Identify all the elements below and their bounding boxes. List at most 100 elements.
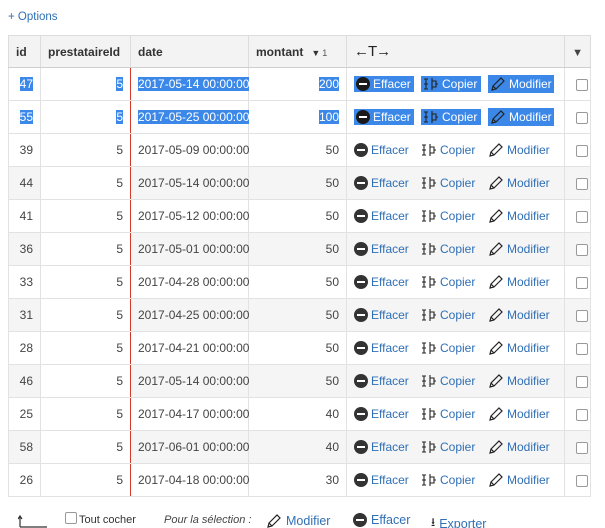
cell-id-text: 46 xyxy=(19,374,33,388)
cell-select xyxy=(564,166,591,200)
column-menu-header[interactable]: ▼ xyxy=(564,35,591,68)
edit-button[interactable]: Modifier xyxy=(488,439,554,455)
copy-button[interactable]: Copier xyxy=(421,407,481,421)
row-checkbox[interactable] xyxy=(576,276,588,289)
copy-button[interactable]: Copier xyxy=(421,374,481,388)
row-checkbox[interactable] xyxy=(576,375,588,388)
row-checkbox[interactable] xyxy=(576,342,588,355)
column-header-id[interactable]: id xyxy=(8,35,41,68)
delete-button[interactable]: Effacer xyxy=(354,109,414,125)
edit-button[interactable]: Modifier xyxy=(488,175,554,191)
delete-button[interactable]: Effacer xyxy=(354,308,414,322)
options-link[interactable]: + Options xyxy=(8,11,58,23)
edit-button[interactable]: Modifier xyxy=(488,274,554,290)
check-all-checkbox[interactable] xyxy=(65,512,77,524)
row-checkbox[interactable] xyxy=(576,111,588,124)
copy-button[interactable]: Copier xyxy=(421,275,481,289)
cell-actions: Effacer Copier Modifier xyxy=(346,265,565,299)
delete-button[interactable]: Effacer xyxy=(354,473,414,487)
edit-button[interactable]: Modifier xyxy=(488,208,554,224)
copy-button[interactable]: Copier xyxy=(421,308,481,322)
table-row[interactable]: 25 5 2017-04-17 00:00:00 40 Effacer Copier Mod… xyxy=(8,397,591,431)
delete-button[interactable]: Effacer xyxy=(354,341,414,355)
cell-montant: 50 xyxy=(248,364,347,398)
table-row[interactable]: 26 5 2017-04-18 00:00:00 30 Effacer Copier Mod… xyxy=(8,463,591,497)
cell-id-text: 58 xyxy=(19,440,33,454)
copy-button[interactable]: Copier xyxy=(421,143,481,157)
table-row[interactable]: 28 5 2017-04-21 00:00:00 50 Effacer Copier Mod… xyxy=(8,331,591,365)
cell-id: 33 xyxy=(8,265,41,299)
copy-button[interactable]: Copier xyxy=(421,440,481,454)
row-checkbox[interactable] xyxy=(576,441,588,454)
check-all-label[interactable]: Tout cocher xyxy=(79,514,136,526)
row-checkbox[interactable] xyxy=(576,144,588,157)
edit-button[interactable]: Modifier xyxy=(488,75,554,93)
pencil-icon xyxy=(266,513,282,528)
delete-button[interactable]: Effacer xyxy=(354,176,414,190)
column-resize-header[interactable]: ←T→ xyxy=(346,35,565,68)
edit-button[interactable]: Modifier xyxy=(488,373,554,389)
dropdown-icon[interactable]: ▼ xyxy=(572,47,583,59)
copy-button[interactable]: Copier xyxy=(421,76,481,92)
column-header-montant[interactable]: montant ▼ 1 xyxy=(248,35,347,68)
cell-actions: Effacer Copier Modifier xyxy=(346,199,565,233)
delete-button[interactable]: Effacer xyxy=(354,407,414,421)
delete-button[interactable]: Effacer xyxy=(354,242,414,256)
delete-button[interactable]: Effacer xyxy=(354,76,414,92)
row-checkbox[interactable] xyxy=(576,408,588,421)
edit-button[interactable]: Modifier xyxy=(488,241,554,257)
footer-delete-button[interactable]: Effacer xyxy=(353,513,410,527)
footer-export-button[interactable]: ⭳ Exporter xyxy=(431,513,486,528)
edit-button[interactable]: Modifier xyxy=(488,307,554,323)
copy-label: Copier xyxy=(440,176,476,190)
copy-button[interactable]: Copier xyxy=(421,473,481,487)
minus-circle-icon xyxy=(356,77,370,91)
copy-button[interactable]: Copier xyxy=(421,209,481,223)
cell-prestataireid: 5 xyxy=(40,331,131,365)
row-checkbox[interactable] xyxy=(576,243,588,256)
row-checkbox[interactable] xyxy=(576,177,588,190)
cell-id: 58 xyxy=(8,430,41,464)
row-checkbox[interactable] xyxy=(576,309,588,322)
table-row[interactable]: 55 5 2017-05-25 00:00:00 100 Effacer Copier Mo… xyxy=(8,100,591,134)
table-row[interactable]: 46 5 2017-05-14 00:00:00 50 Effacer Copier Mod… xyxy=(8,364,591,398)
sort-descending-icon[interactable]: ▼ xyxy=(311,48,320,58)
row-checkbox[interactable] xyxy=(576,78,588,91)
table-row[interactable]: 33 5 2017-04-28 00:00:00 50 Effacer Copier Mod… xyxy=(8,265,591,299)
copy-button[interactable]: Copier xyxy=(421,176,481,190)
table-row[interactable]: 39 5 2017-05-09 00:00:00 50 Effacer Copier Mod… xyxy=(8,133,591,167)
table-row[interactable]: 41 5 2017-05-12 00:00:00 50 Effacer Copier Mod… xyxy=(8,199,591,233)
cell-id: 39 xyxy=(8,133,41,167)
delete-button[interactable]: Effacer xyxy=(354,374,414,388)
edit-button[interactable]: Modifier xyxy=(488,142,554,158)
column-header-prestataireid[interactable]: prestataireId xyxy=(40,35,131,68)
edit-button[interactable]: Modifier xyxy=(488,108,554,126)
table-row[interactable]: 31 5 2017-04-25 00:00:00 50 Effacer Copier Mod… xyxy=(8,298,591,332)
row-checkbox[interactable] xyxy=(576,210,588,223)
edit-button[interactable]: Modifier xyxy=(488,406,554,422)
cell-montant-text: 50 xyxy=(325,143,339,157)
footer-edit-button[interactable]: Modifier xyxy=(266,513,330,528)
table-row[interactable]: 47 5 2017-05-14 00:00:00 200 Effacer Copier Mo… xyxy=(8,67,591,101)
copy-button[interactable]: Copier xyxy=(421,242,481,256)
table-row[interactable]: 36 5 2017-05-01 00:00:00 50 Effacer Copier Mod… xyxy=(8,232,591,266)
delete-button[interactable]: Effacer xyxy=(354,440,414,454)
row-checkbox[interactable] xyxy=(576,474,588,487)
table-row[interactable]: 44 5 2017-05-14 00:00:00 50 Effacer Copier Mod… xyxy=(8,166,591,200)
copy-button[interactable]: Copier xyxy=(421,109,481,125)
cell-id-text: 39 xyxy=(19,143,33,157)
minus-circle-icon xyxy=(354,473,368,487)
column-header-date[interactable]: date xyxy=(130,35,249,68)
cell-date: 2017-04-17 00:00:00 xyxy=(130,397,249,431)
delete-button[interactable]: Effacer xyxy=(354,143,414,157)
copy-button[interactable]: Copier xyxy=(421,341,481,355)
delete-button[interactable]: Effacer xyxy=(354,275,414,289)
copy-icon xyxy=(421,473,437,487)
table-row[interactable]: 58 5 2017-06-01 00:00:00 40 Effacer Copier Mod… xyxy=(8,430,591,464)
delete-button[interactable]: Effacer xyxy=(354,209,414,223)
column-resize-icon[interactable]: ←T→ xyxy=(354,43,391,60)
edit-button[interactable]: Modifier xyxy=(488,472,554,488)
edit-button[interactable]: Modifier xyxy=(488,340,554,356)
copy-icon xyxy=(421,341,437,355)
pencil-icon xyxy=(488,373,504,389)
